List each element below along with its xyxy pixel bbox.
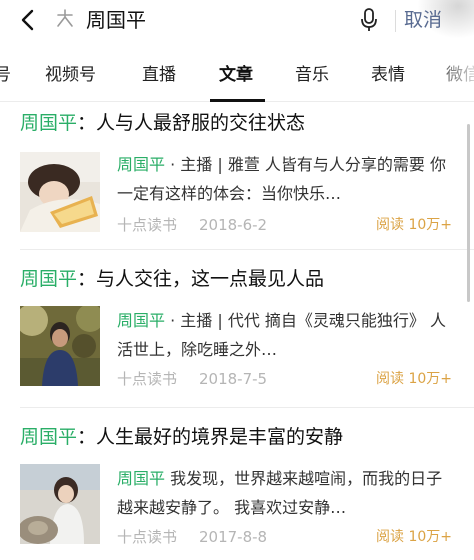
microphone-icon	[361, 8, 377, 31]
article-source: 十点读书	[117, 216, 178, 234]
snippet-keyword: 周国平	[117, 469, 166, 488]
back-button[interactable]	[14, 6, 42, 34]
article-date: 2018-7-5	[199, 370, 268, 388]
snippet-keyword: 周国平	[117, 311, 166, 330]
article-thumbnail	[20, 306, 100, 386]
back-arrow-icon	[21, 9, 34, 31]
results-list: 周国平：人与人最舒服的交往状态 周国平 · 主播 | 雅萱 人皆有与人分享的需要…	[0, 102, 474, 560]
title-keyword: 周国平	[20, 268, 78, 290]
article-date: 2018-6-2	[199, 216, 268, 234]
results-divider	[20, 249, 474, 250]
search-input[interactable]	[86, 4, 336, 36]
article-title: 周国平：人与人最舒服的交往状态	[20, 108, 460, 138]
tab-wechat-partial[interactable]: 微信	[446, 52, 474, 98]
article-card[interactable]: 周国平：与人交往，这一点最见人品 周国平 · 主播 | 代代 摘自《灵魂只能独行…	[0, 264, 474, 404]
article-card[interactable]: 周国平：人生最好的境界是丰富的安静 周国平 我发现，世界越来越喧闹，而我的日子越…	[0, 422, 474, 560]
tab-channels[interactable]: 视频号	[45, 52, 96, 98]
snippet-text: 我发现，世界越来越喧闹，而我的日子越来越安静了。 我喜欢过安静…	[117, 469, 443, 517]
article-thumbnail	[20, 152, 100, 232]
title-keyword: 周国平	[20, 426, 78, 448]
search-sparkle-icon	[54, 8, 76, 30]
snippet-text: · 主播 | 代代 摘自《灵魂只能独行》 人活世上，除吃睡之外…	[117, 311, 447, 359]
article-card[interactable]: 周国平：人与人最舒服的交往状态 周国平 · 主播 | 雅萱 人皆有与人分享的需要…	[0, 108, 474, 248]
article-source: 十点读书	[117, 370, 178, 388]
cancel-button[interactable]: 取消	[404, 4, 474, 36]
article-title: 周国平：人生最好的境界是丰富的安静	[20, 422, 460, 452]
article-snippet: 周国平 · 主播 | 雅萱 人皆有与人分享的需要 你一定有这样的体会：当你快乐…	[117, 150, 452, 210]
article-snippet: 周国平 我发现，世界越来越喧闹，而我的日子越来越安静了。 我喜欢过安静…	[117, 464, 452, 524]
article-title: 周国平：与人交往，这一点最见人品	[20, 264, 460, 294]
tab-articles[interactable]: 文章	[219, 52, 253, 98]
article-date: 2017-8-8	[199, 528, 268, 546]
tab-live[interactable]: 直播	[142, 52, 176, 98]
search-bar-divider	[395, 10, 396, 32]
voice-input-button[interactable]	[356, 6, 382, 34]
article-read-count: 阅读 10万+	[376, 217, 452, 233]
snippet-text: · 主播 | 雅萱 人皆有与人分享的需要 你一定有这样的体会：当你快乐…	[117, 155, 447, 203]
article-source: 十点读书	[117, 528, 178, 546]
title-text: ：人生最好的境界是丰富的安静	[77, 426, 344, 448]
tab-partial-left[interactable]: 号	[0, 52, 11, 98]
search-results-page: 取消 号 视频号 直播 文章 音乐 表情 微信 周国平：人与人最舒服的交往状态	[0, 0, 474, 560]
article-thumbnail	[20, 464, 100, 544]
article-read-count: 阅读 10万+	[376, 529, 452, 545]
tab-stickers[interactable]: 表情	[371, 52, 405, 98]
snippet-keyword: 周国平	[117, 155, 166, 174]
category-tabs: 号 视频号 直播 文章 音乐 表情 微信	[0, 52, 474, 102]
results-scrollbar[interactable]	[467, 124, 470, 302]
title-text: ：人与人最舒服的交往状态	[77, 112, 306, 134]
results-divider	[20, 407, 474, 408]
tab-music[interactable]: 音乐	[295, 52, 329, 98]
title-keyword: 周国平	[20, 112, 78, 134]
article-snippet: 周国平 · 主播 | 代代 摘自《灵魂只能独行》 人活世上，除吃睡之外…	[117, 306, 452, 366]
article-read-count: 阅读 10万+	[376, 371, 452, 387]
title-text: ：与人交往，这一点最见人品	[77, 268, 325, 290]
search-bar: 取消	[0, 0, 474, 42]
